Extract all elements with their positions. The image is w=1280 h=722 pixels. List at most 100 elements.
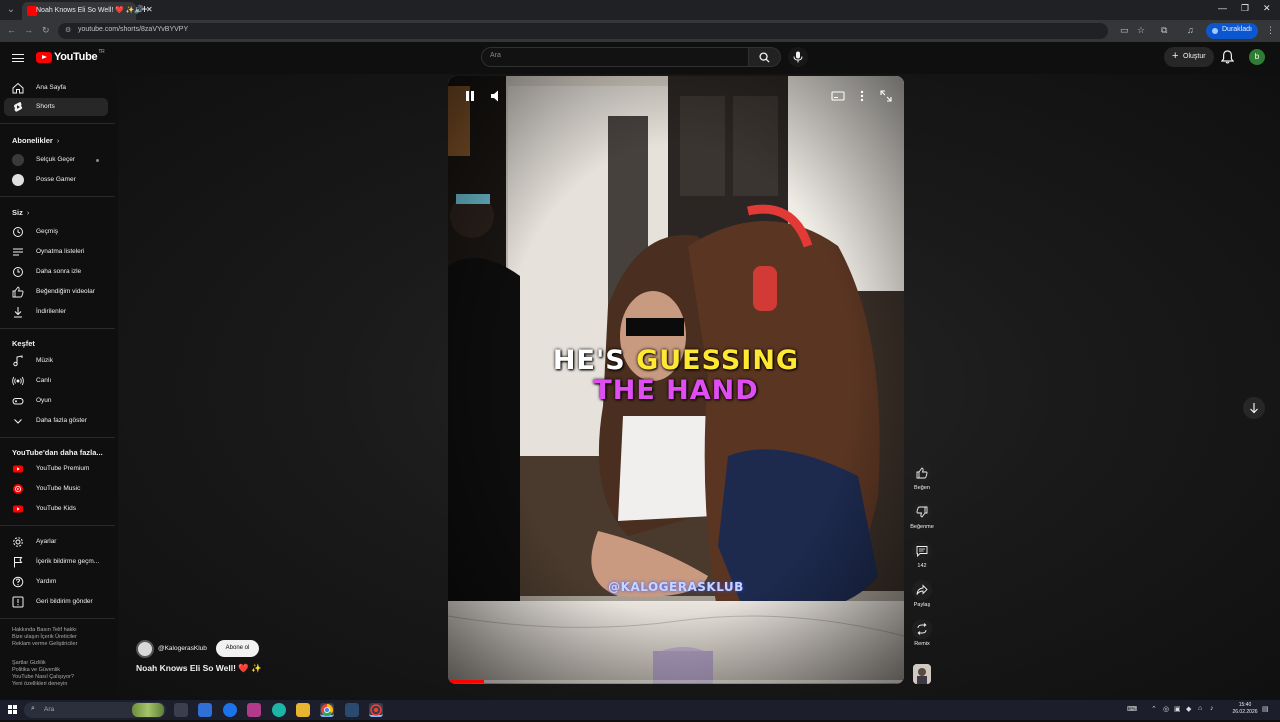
sidebar-item-live[interactable]: Canlı xyxy=(4,372,108,390)
url-text: youtube.com/shorts/8zaVYvBYVPY xyxy=(78,26,189,33)
reload-icon[interactable]: ↻ xyxy=(42,25,50,36)
sidebar-item-youtube-kids[interactable]: YouTube Kids xyxy=(4,500,108,518)
more-from-youtube-heading: YouTube'dan daha fazla... xyxy=(12,448,103,457)
tray-app-icon[interactable]: ◆ xyxy=(1186,705,1191,713)
youtube-logo-icon[interactable] xyxy=(36,52,52,63)
footer-links-secondary[interactable]: Şartlar Gizlilik Politika ve Güvenlik Yo… xyxy=(12,660,112,688)
sidebar-item-history[interactable]: Geçmiş xyxy=(4,223,108,241)
app-icon-blue[interactable] xyxy=(223,703,237,717)
minimize-icon[interactable]: — xyxy=(1218,3,1227,13)
browser-tab[interactable]: Noah Knows Eli So Well! ❤️ ✨ 🔊 ✕ xyxy=(22,2,153,20)
cast-icon[interactable]: ▭ xyxy=(1120,25,1129,36)
taskbar-search[interactable]: ⌕ Ara xyxy=(24,702,166,718)
app-icon-purple[interactable] xyxy=(247,703,261,717)
subscribe-button[interactable]: Abone ol xyxy=(216,640,259,657)
footer-links-primary[interactable]: Hakkında Basın Telif hakkı Bize ulaşın İ… xyxy=(12,627,112,648)
forward-icon[interactable]: → xyxy=(24,25,33,35)
search-input[interactable]: Ara xyxy=(481,47,749,67)
sidebar-item-label: Geçmiş xyxy=(36,228,59,235)
shorts-video-player[interactable]: HE'S GUESSING THE HAND @KALOGERASKLUB xyxy=(448,76,904,684)
sidebar-item-downloads[interactable]: İndirilenler xyxy=(4,303,108,321)
channel-avatar[interactable] xyxy=(136,640,154,658)
sidebar-item-shorts[interactable]: Shorts xyxy=(4,98,108,116)
store-icon[interactable] xyxy=(198,703,212,717)
sidebar-item-label: Beğendiğim videolar xyxy=(36,288,95,295)
share-button[interactable] xyxy=(912,580,932,600)
sidebar-item-help[interactable]: Yardım xyxy=(4,573,108,591)
omnibox[interactable]: ⚙ youtube.com/shorts/8zaVYvBYVPY xyxy=(58,23,1108,39)
system-clock[interactable]: 15:40 26.02.2026 xyxy=(1230,702,1260,716)
avatar-letter: b xyxy=(1254,52,1260,61)
more-options-icon[interactable] xyxy=(852,88,872,104)
video-progress-bar[interactable] xyxy=(448,680,904,683)
like-button[interactable] xyxy=(912,463,932,483)
create-label: Oluştur xyxy=(1183,53,1206,60)
create-button[interactable]: + Oluştur xyxy=(1164,47,1214,67)
file-explorer-icon[interactable] xyxy=(296,703,310,717)
windows-start-icon[interactable] xyxy=(8,705,17,714)
sidebar-item-subscription[interactable]: Selçuk Geçer xyxy=(4,151,108,169)
youtube-music-icon xyxy=(13,484,23,494)
subscriptions-heading[interactable]: Abonelikler › xyxy=(12,136,59,145)
close-window-icon[interactable]: ✕ xyxy=(1263,3,1271,14)
address-bar-row: ← → ↻ ⚙ youtube.com/shorts/8zaVYvBYVPY ▭… xyxy=(0,20,1280,42)
tray-app-icon[interactable]: ▣ xyxy=(1174,705,1181,713)
caption-word-white: HE'S xyxy=(552,345,637,376)
sidebar-item-send-feedback[interactable]: Geri bildirim gönder xyxy=(4,593,108,611)
site-info-icon[interactable]: ⚙ xyxy=(65,26,71,34)
hamburger-menu-icon[interactable] xyxy=(12,54,24,62)
keyboard-icon[interactable]: ⌨ xyxy=(1127,705,1137,713)
remix-button[interactable] xyxy=(912,619,932,639)
chrome-icon[interactable] xyxy=(320,703,334,717)
volume-tray-icon[interactable]: ♪ xyxy=(1210,705,1214,712)
sidebar-item-music[interactable]: Müzik xyxy=(4,352,108,370)
notifications-bell-icon[interactable] xyxy=(1221,50,1234,64)
sidebar-item-youtube-music[interactable]: YouTube Music xyxy=(4,480,108,498)
task-view-icon[interactable] xyxy=(174,703,188,717)
sidebar-item-liked-videos[interactable]: Beğendiğim videolar xyxy=(4,283,108,301)
profile-button[interactable]: Durakladı xyxy=(1206,23,1258,39)
browser-menu-icon[interactable]: ⋮ xyxy=(1266,25,1275,36)
sidebar-item-label: Yardım xyxy=(36,578,57,585)
show-more-button[interactable]: Daha fazla göster xyxy=(4,412,108,430)
sidebar-item-gaming[interactable]: Oyun xyxy=(4,392,108,410)
tray-app-icon[interactable]: ◎ xyxy=(1163,705,1169,713)
captions-icon[interactable] xyxy=(828,88,848,104)
account-avatar[interactable]: b xyxy=(1249,49,1265,65)
search-button[interactable] xyxy=(749,47,781,67)
next-short-button[interactable] xyxy=(1243,397,1265,419)
dislike-button[interactable] xyxy=(912,502,932,522)
media-control-icon[interactable]: ♫ xyxy=(1187,25,1194,35)
restore-icon[interactable]: ❐ xyxy=(1241,3,1249,14)
network-icon[interactable]: ⌂ xyxy=(1198,705,1202,712)
youtube-logo-text[interactable]: YouTubeTR xyxy=(54,49,105,63)
steam-icon[interactable] xyxy=(345,703,359,717)
fullscreen-icon[interactable] xyxy=(876,88,896,104)
sidebar-item-report-history[interactable]: İçerik bildirme geçm... xyxy=(4,553,108,571)
sidebar-item-settings[interactable]: Ayarlar xyxy=(4,533,108,551)
back-icon[interactable]: ← xyxy=(7,25,16,35)
new-tab-icon[interactable]: + xyxy=(141,2,148,16)
voice-search-button[interactable] xyxy=(788,47,808,67)
you-heading[interactable]: Siz › xyxy=(12,208,29,217)
sidebar-item-watch-later[interactable]: Daha sonra izle xyxy=(4,263,108,281)
notification-center-icon[interactable]: ▤ xyxy=(1262,705,1269,713)
sidebar-item-label: YouTube Kids xyxy=(36,505,76,512)
comments-button[interactable] xyxy=(912,541,932,561)
tab-search-icon[interactable]: ⌄ xyxy=(4,3,18,17)
sidebar-item-youtube-premium[interactable]: YouTube Premium xyxy=(4,460,108,478)
extensions-icon[interactable]: ⧉ xyxy=(1161,25,1167,36)
tray-chevron-icon[interactable]: ⌃ xyxy=(1151,705,1157,713)
audio-source-thumbnail[interactable] xyxy=(913,664,931,684)
app-icon-recorder[interactable] xyxy=(369,703,383,717)
edge-icon[interactable] xyxy=(272,703,286,717)
volume-icon[interactable] xyxy=(486,88,506,104)
sidebar-item-subscription[interactable]: Posse Gamer xyxy=(4,171,108,189)
channel-name[interactable]: @KalogerasKlub xyxy=(158,645,207,652)
video-caption: HE'S GUESSING THE HAND xyxy=(448,346,904,406)
sidebar-item-playlists[interactable]: Oynatma listeleri xyxy=(4,243,108,261)
sidebar-item-home[interactable]: Ana Sayfa xyxy=(4,79,108,97)
caption-word-yellow: GUESSING xyxy=(636,345,800,376)
bookmark-star-icon[interactable]: ☆ xyxy=(1137,25,1145,36)
pause-icon[interactable] xyxy=(460,88,480,104)
